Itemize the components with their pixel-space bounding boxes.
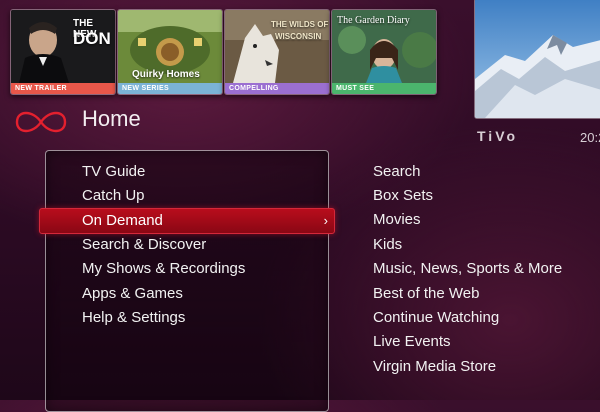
tile-title-line2: WISCONSIN xyxy=(275,32,322,41)
menu-item-apps-games[interactable]: Apps & Games xyxy=(82,283,183,305)
promo-tile-wilds-of-wisconsin[interactable]: THE WILDS OF WISCONSIN COMPELLING xyxy=(224,9,330,95)
submenu-item-music-news-sports[interactable]: Music, News, Sports & More xyxy=(373,258,562,280)
submenu-item-search[interactable]: Search xyxy=(373,161,421,183)
tile-title-line2: DON xyxy=(73,29,111,48)
menu-item-on-demand[interactable]: On Demand › xyxy=(39,208,335,234)
submenu-item-movies[interactable]: Movies xyxy=(373,209,421,231)
menu-item-tv-guide[interactable]: TV Guide xyxy=(82,161,145,183)
tile-badge: NEW TRAILER xyxy=(11,83,115,94)
submenu-item-continue-watching[interactable]: Continue Watching xyxy=(373,307,499,329)
tile-badge: NEW SERIES xyxy=(118,83,222,94)
submenu-item-virgin-media-store[interactable]: Virgin Media Store xyxy=(373,356,496,378)
clock: 20:2 xyxy=(580,130,600,145)
promo-tile-the-new-don[interactable]: THE NEW DON NEW TRAILER xyxy=(10,9,116,95)
menu-item-help-settings[interactable]: Help & Settings xyxy=(82,307,185,329)
submenu-item-box-sets[interactable]: Box Sets xyxy=(373,185,433,207)
submenu-item-kids[interactable]: Kids xyxy=(373,234,402,256)
tile-title-line1: THE WILDS OF xyxy=(271,20,329,29)
menu-item-my-shows-recordings[interactable]: My Shows & Recordings xyxy=(82,258,245,280)
promo-tile-quirky-homes[interactable]: Quirky Homes NEW SERIES xyxy=(117,9,223,95)
submenu-item-live-events[interactable]: Live Events xyxy=(373,331,451,353)
virgin-infinity-logo xyxy=(15,111,67,133)
menu-item-search-discover[interactable]: Search & Discover xyxy=(82,234,206,256)
mountain-scene-image xyxy=(475,0,600,118)
tivo-logo: TiVo xyxy=(477,128,519,144)
menu-item-label: On Demand xyxy=(82,212,163,229)
tile-title: Quirky Homes xyxy=(132,69,200,80)
promo-tile-garden-diary[interactable]: The Garden Diary MUST SEE xyxy=(331,9,437,95)
chevron-right-icon: › xyxy=(323,213,328,228)
tile-badge: MUST SEE xyxy=(332,83,436,94)
submenu-item-best-of-web[interactable]: Best of the Web xyxy=(373,283,479,305)
live-tv-preview[interactable] xyxy=(474,0,600,119)
page-title: Home xyxy=(82,106,141,131)
menu-item-catch-up[interactable]: Catch Up xyxy=(82,185,145,207)
tile-badge: COMPELLING xyxy=(225,83,329,94)
tile-title: The Garden Diary xyxy=(337,15,410,26)
